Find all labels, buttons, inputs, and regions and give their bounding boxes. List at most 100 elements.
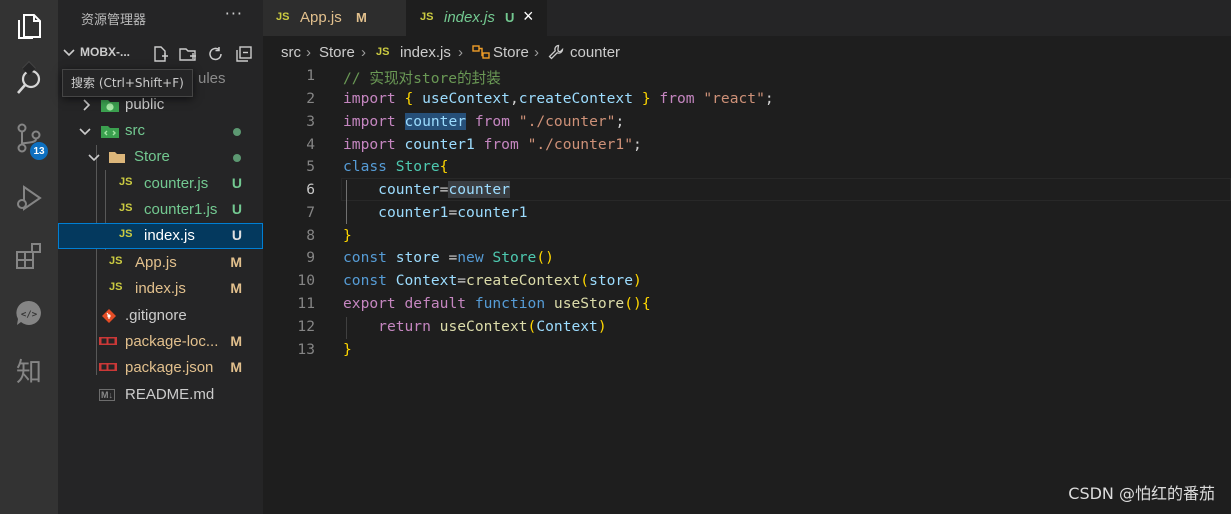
code-line: counter1=counter1 xyxy=(343,204,527,221)
code-line-text: } xyxy=(343,227,352,244)
untracked-dot xyxy=(233,128,241,136)
chevron-down-icon xyxy=(88,154,100,162)
js-file-icon: JS xyxy=(109,255,123,267)
breadcrumb-file[interactable]: index.js xyxy=(400,44,451,61)
tree-item-counter-js[interactable]: JS counter.js U xyxy=(58,171,263,197)
git-status: M xyxy=(230,254,242,270)
line-number: 3 xyxy=(306,113,315,130)
line-number: 8 xyxy=(306,227,315,244)
chevron-right-icon: › xyxy=(534,44,539,61)
tree-item-label: index.js xyxy=(144,227,195,244)
more-actions-button[interactable]: ··· xyxy=(225,4,243,23)
code-line: export default function useStore(){ xyxy=(343,295,651,312)
code-line-text: return useContext(Context) xyxy=(378,318,607,335)
npm-icon xyxy=(99,363,117,371)
wrench-icon xyxy=(548,44,564,60)
git-status: U xyxy=(231,175,242,191)
zhihu-icon[interactable]: 知 xyxy=(0,344,58,396)
git-status: M xyxy=(230,333,242,349)
chevron-right-icon xyxy=(83,99,91,111)
chevron-right-icon: › xyxy=(361,44,366,61)
npm-icon xyxy=(99,337,117,345)
code-line-text: class Store{ xyxy=(343,158,449,175)
tree-item-package-lock[interactable]: package-loc... M xyxy=(58,329,263,355)
untracked-dot xyxy=(233,154,241,162)
js-file-icon: JS xyxy=(119,176,133,188)
project-name: MOBX-... xyxy=(80,45,130,59)
code-line: const Context=createContext(store) xyxy=(343,272,642,289)
line-number: 10 xyxy=(297,272,315,289)
tree-item-readme[interactable]: M↓ README.md xyxy=(58,382,263,408)
close-icon[interactable]: × xyxy=(523,6,534,27)
line-number: 1 xyxy=(306,67,315,84)
breadcrumb-store-folder[interactable]: Store xyxy=(319,44,355,61)
tree-item-store-folder[interactable]: Store xyxy=(58,144,263,170)
extensions-icon[interactable] xyxy=(0,230,58,282)
new-folder-icon[interactable] xyxy=(178,44,197,63)
tree-item-label: public xyxy=(125,96,165,113)
class-symbol-icon xyxy=(472,45,490,59)
line-number: 13 xyxy=(297,341,315,358)
tree-item-label: package-loc... xyxy=(125,333,219,350)
tree-item-index-js[interactable]: JS index.js M xyxy=(58,276,263,302)
line-number: 11 xyxy=(297,295,315,312)
tree-item-store-index-js[interactable]: JS index.js U xyxy=(58,223,263,249)
code-line-text: } xyxy=(343,341,352,358)
code-line-text: const store =new Store() xyxy=(343,249,554,266)
chevron-right-icon: › xyxy=(458,44,463,61)
tab-git-status: U xyxy=(505,10,515,25)
comment: // 实现对store的封装 xyxy=(343,70,501,87)
js-file-icon: JS xyxy=(119,202,133,214)
tree-item-label: README.md xyxy=(125,386,215,403)
tree-item-label: Store xyxy=(134,148,170,165)
line-number: 12 xyxy=(297,318,315,335)
code-line-text: const Context=createContext(store) xyxy=(343,272,642,289)
code-line-text: import counter1 from "./counter1"; xyxy=(343,136,642,153)
activity-bar: 13 </> 知 xyxy=(0,0,58,514)
js-file-icon: JS xyxy=(276,11,290,23)
run-debug-icon[interactable] xyxy=(0,172,58,224)
refresh-icon[interactable] xyxy=(206,44,225,63)
git-status: M xyxy=(230,359,242,375)
js-file-icon: JS xyxy=(109,281,123,293)
src-folder-icon xyxy=(101,126,119,138)
tree-item-counter1-js[interactable]: JS counter1.js U xyxy=(58,197,263,223)
tree-item-src[interactable]: src xyxy=(58,118,263,144)
tab-index-js[interactable]: JS index.js U × xyxy=(406,0,547,36)
tree-item-gitignore[interactable]: .gitignore xyxy=(58,303,263,329)
new-file-icon[interactable] xyxy=(150,44,169,63)
tree-item-app-js[interactable]: JS App.js M xyxy=(58,250,263,276)
svg-text:</>: </> xyxy=(21,310,38,320)
live-share-icon[interactable]: </> xyxy=(0,287,58,339)
zhihu-label: 知 xyxy=(15,357,42,388)
source-control-icon[interactable]: 13 xyxy=(0,112,58,164)
breadcrumb-property[interactable]: counter xyxy=(570,44,620,61)
tree-item-label: src xyxy=(125,122,145,139)
chevron-down-icon xyxy=(63,49,75,57)
code-line: import counter from "./counter"; xyxy=(343,113,624,130)
code-editor[interactable]: 1 2 3 4 5 6 7 8 9 10 11 12 13 // 实现对stor… xyxy=(263,64,1231,514)
code-line: import counter1 from "./counter1"; xyxy=(343,136,642,153)
js-file-icon: JS xyxy=(420,11,434,23)
editor-tabs: JS App.js M JS index.js U × xyxy=(263,0,1231,36)
files-icon[interactable] xyxy=(0,0,58,52)
breadcrumb-src[interactable]: src xyxy=(281,44,301,61)
tree-item-package-json[interactable]: package.json M xyxy=(58,355,263,381)
code-line-text: import counter from "./counter"; xyxy=(343,113,625,130)
explorer-title: 资源管理器 xyxy=(81,13,147,28)
js-file-icon: JS xyxy=(376,46,390,58)
git-status: U xyxy=(231,201,242,217)
breadcrumb-class[interactable]: Store xyxy=(493,44,529,61)
tree-item-label: package.json xyxy=(125,359,214,376)
code-line: return useContext(Context) xyxy=(343,318,607,335)
project-header[interactable]: MOBX-... xyxy=(58,41,263,65)
tab-app-js[interactable]: JS App.js M xyxy=(263,0,406,36)
js-file-icon: JS xyxy=(119,228,133,240)
git-icon xyxy=(102,309,116,323)
code-line: import { useContext,createContext } from… xyxy=(343,90,774,107)
tab-label: App.js xyxy=(300,9,342,26)
collapse-all-icon[interactable] xyxy=(234,44,253,63)
search-tooltip: 搜索 (Ctrl+Shift+F) xyxy=(62,69,193,97)
tree-item-label: counter1.js xyxy=(144,201,218,218)
tab-label: index.js xyxy=(444,9,495,26)
